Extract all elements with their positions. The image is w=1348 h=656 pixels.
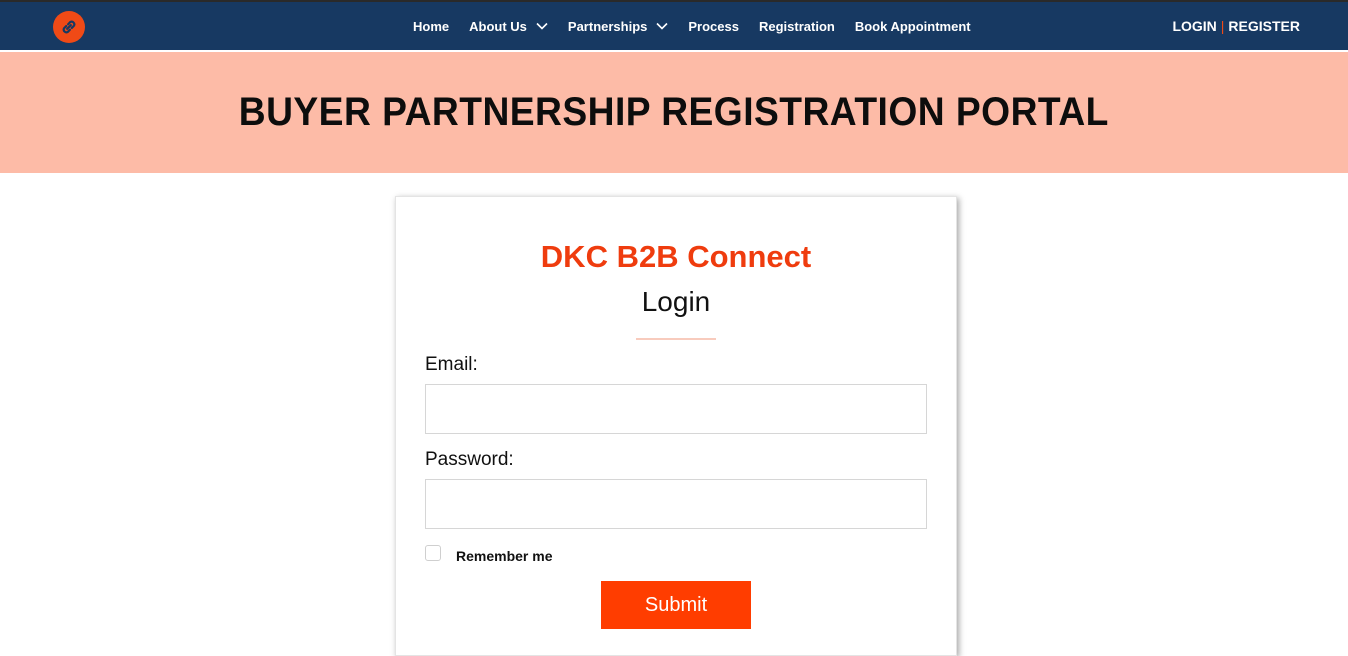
email-field[interactable]: [425, 384, 927, 434]
brand-name: DKC B2B Connect: [540, 239, 812, 274]
nav-process[interactable]: Process: [688, 19, 739, 34]
email-label: Email:: [425, 354, 478, 375]
site-logo[interactable]: [53, 11, 85, 43]
register-link[interactable]: REGISTER: [1228, 18, 1300, 34]
nav-home[interactable]: Home: [413, 19, 449, 34]
nav-about-us[interactable]: About Us: [469, 19, 548, 34]
nav-book-appointment-label: Book Appointment: [854, 18, 971, 34]
chevron-down-icon: [656, 22, 668, 30]
page-title: BUYER PARTNERSHIP REGISTRATION PORTAL: [238, 90, 1110, 134]
nav-partnerships[interactable]: Partnerships: [568, 19, 668, 34]
nav-process-label: Process: [688, 18, 739, 34]
nav-book-appointment[interactable]: Book Appointment: [855, 19, 971, 34]
chevron-down-icon: [536, 22, 548, 30]
nav-home-label: Home: [413, 18, 450, 34]
login-heading: Login: [641, 286, 711, 317]
auth-links: LOGIN | REGISTER: [1172, 2, 1300, 50]
login-card: DKC B2B Connect Login Email: Password: R…: [395, 196, 957, 656]
nav-about-us-label: About Us: [469, 18, 527, 34]
nav-partnerships-label: Partnerships: [567, 18, 648, 34]
remember-me-label: Remember me: [456, 548, 553, 564]
password-label: Password:: [425, 449, 514, 470]
login-link[interactable]: LOGIN: [1172, 18, 1216, 34]
auth-separator: |: [1220, 18, 1225, 34]
remember-me-row: Remember me: [425, 545, 553, 564]
nav-registration-label: Registration: [758, 18, 835, 34]
password-field[interactable]: [425, 479, 927, 529]
link-chain-icon: [62, 20, 76, 34]
hero-banner: BUYER PARTNERSHIP REGISTRATION PORTAL: [0, 52, 1348, 173]
nav-registration[interactable]: Registration: [759, 19, 835, 34]
remember-me-checkbox[interactable]: [425, 545, 441, 561]
main-nav: Home About Us Partnerships Process Regis…: [413, 2, 991, 50]
title-divider: [636, 338, 716, 340]
submit-button[interactable]: Submit: [601, 581, 751, 629]
top-navbar: Home About Us Partnerships Process Regis…: [0, 0, 1348, 50]
